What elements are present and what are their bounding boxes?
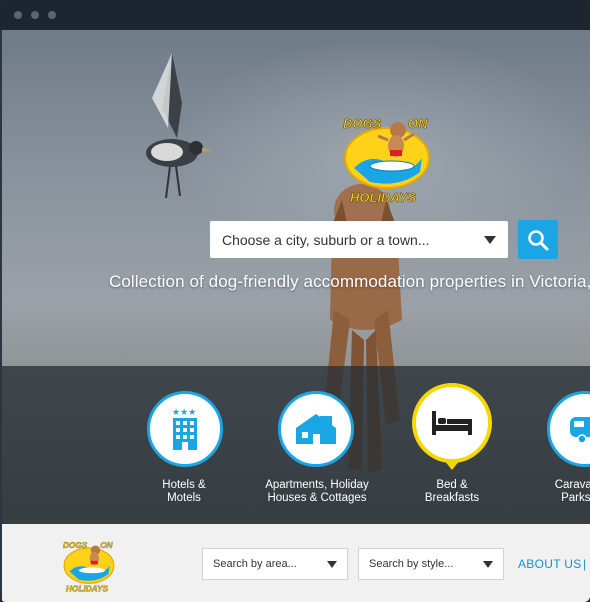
title-bar (0, 0, 590, 30)
category-label-line1: Caravan Par (554, 479, 590, 491)
bird-image (146, 53, 212, 199)
style-select[interactable]: Search by style... (358, 548, 504, 580)
category-label-line1: Hotels & (162, 479, 206, 491)
tagline: Collection of dog-friendly accommodation… (109, 272, 590, 291)
svg-text:HOLIDAYS: HOLIDAYS (350, 190, 417, 205)
svg-text:HOLIDAYS: HOLIDAYS (66, 585, 109, 594)
bed-circle (412, 383, 492, 463)
selected-indicator (444, 460, 460, 470)
search-icon (528, 229, 549, 250)
svg-text:DOGS: DOGS (343, 116, 382, 131)
city-select-placeholder: Choose a city, suburb or a town... (222, 231, 430, 248)
dogs-on-holidays-logo[interactable]: DOGS ON HOLIDAYS (340, 108, 434, 206)
about-us-link[interactable]: ABOUT US (518, 557, 582, 571)
svg-text:★★★: ★★★ (172, 408, 196, 418)
chevron-down-icon (483, 560, 493, 568)
footer-bar: DOGS ON HOLIDAYS Search by area... Searc… (2, 524, 590, 602)
category-hotels[interactable]: ★★★ Hotels & Motels (114, 366, 254, 524)
search-button[interactable] (518, 220, 558, 259)
area-select-value: Search by area... (213, 558, 297, 570)
hotel-circle: ★★★ (147, 391, 223, 467)
house-icon (296, 414, 336, 444)
chevron-down-icon (327, 560, 337, 568)
hero-section: DOGS ON HOLIDAYS Choose a city, suburb o… (2, 30, 590, 524)
category-label-line1: Apartments, Holiday (265, 479, 369, 491)
category-label-line1: Bed & (436, 479, 468, 491)
category-bar: ★★★ Hotels & Motels Apartments, Holiday … (2, 366, 590, 524)
window-minimize-button[interactable] (31, 11, 39, 19)
svg-text:DOGS: DOGS (63, 541, 88, 550)
caravan-icon (570, 417, 590, 444)
window-maximize-button[interactable] (48, 11, 56, 19)
browser-window: DOGS ON HOLIDAYS Choose a city, suburb o… (0, 0, 590, 602)
svg-text:ON: ON (408, 116, 428, 131)
house-circle (278, 391, 354, 467)
chevron-down-icon (484, 235, 496, 244)
category-bed-breakfasts[interactable]: Bed & Breakfasts (382, 366, 522, 524)
bed-icon (432, 411, 472, 435)
window-close-button[interactable] (14, 11, 22, 19)
category-label-line2: Motels (167, 492, 201, 504)
svg-text:ON: ON (100, 541, 113, 550)
hotel-icon: ★★★ (172, 408, 197, 450)
caravan-circle (547, 391, 590, 467)
category-apartments[interactable]: Apartments, Holiday Houses & Cottages (247, 366, 387, 524)
category-label-line2: Houses & Cottages (267, 492, 367, 504)
city-select[interactable]: Choose a city, suburb or a town... (210, 221, 508, 258)
style-select-value: Search by style... (369, 558, 454, 570)
category-label-line2: Breakfasts (424, 492, 480, 504)
area-select[interactable]: Search by area... (202, 548, 348, 580)
category-caravan-parks[interactable]: Caravan Par Parks & C (517, 366, 590, 524)
category-label-line2: Parks & C (561, 492, 590, 504)
footer-logo[interactable]: DOGS ON HOLIDAYS (60, 536, 118, 594)
nav-separator: | (583, 557, 587, 571)
